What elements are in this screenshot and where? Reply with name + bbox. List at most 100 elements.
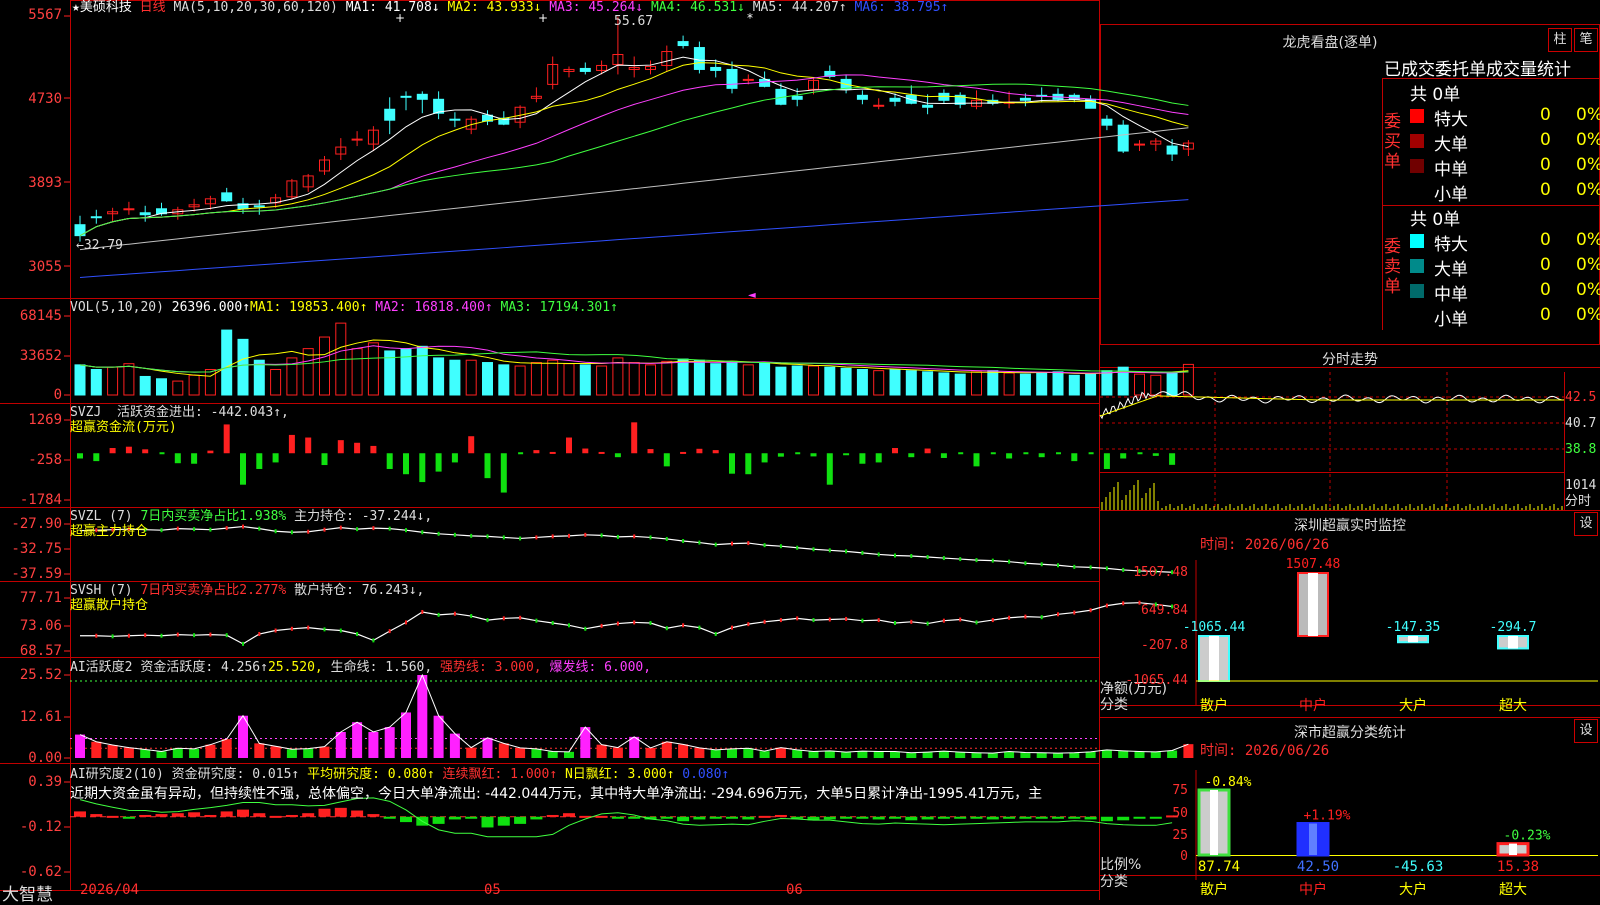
candle-body bbox=[579, 67, 591, 72]
svzj-bar bbox=[566, 437, 572, 454]
ai1-bar bbox=[1004, 751, 1015, 758]
svsh-point bbox=[176, 632, 179, 637]
vol-ma2: MA2: 16818.400↑ bbox=[375, 300, 493, 315]
stats-xlabel: 分类 bbox=[1100, 874, 1128, 890]
svsh-point bbox=[274, 628, 277, 633]
candle-body bbox=[856, 94, 868, 100]
svzl-point bbox=[1057, 563, 1059, 568]
intraday-avg-line bbox=[1099, 395, 1564, 417]
ai2-bar bbox=[367, 814, 380, 817]
svzj-bar bbox=[191, 453, 198, 464]
svsh-hold: 散户持仓: 76.243↓, bbox=[294, 583, 425, 598]
svzl-point bbox=[437, 531, 440, 536]
ai1-bar bbox=[254, 743, 265, 758]
order-count: 0 bbox=[1540, 305, 1551, 325]
svsh-axis-label: 68.57 bbox=[19, 643, 62, 659]
ai2-bar bbox=[742, 816, 755, 820]
ai2-bar bbox=[302, 813, 315, 817]
svzj-bar bbox=[1006, 453, 1013, 459]
order-type-label: 特大 bbox=[1434, 235, 1468, 255]
candle-body bbox=[710, 66, 722, 71]
order-color-swatch bbox=[1410, 134, 1424, 148]
svzl-point bbox=[584, 532, 587, 537]
svsh-line bbox=[80, 602, 1173, 645]
candle-body bbox=[1134, 143, 1145, 146]
svzl-point bbox=[242, 524, 244, 529]
tick-mode-button[interactable]: 笔 bbox=[1574, 28, 1598, 52]
volume-bar bbox=[482, 362, 493, 396]
svsh-point bbox=[388, 629, 391, 634]
intraday-title: 分时走势 bbox=[1322, 352, 1378, 368]
ai1-bar bbox=[205, 744, 216, 758]
ai1-bar bbox=[596, 744, 607, 758]
monitor-axis-label: -1065.44 bbox=[1125, 673, 1188, 688]
volume-bar bbox=[1019, 373, 1031, 396]
svzl-point bbox=[421, 530, 424, 535]
price-axis-label: 3055 bbox=[28, 259, 62, 275]
ai1-bar bbox=[303, 748, 314, 758]
brand-label[interactable]: 大智慧 bbox=[2, 880, 53, 905]
ai2-c: 连续飘红: 1.000↑ bbox=[442, 767, 558, 782]
svsh-point bbox=[959, 617, 962, 622]
order-percent: 0% bbox=[1576, 305, 1600, 325]
ai1-bar bbox=[466, 747, 477, 758]
svzj-bar bbox=[810, 453, 817, 457]
volume-bar bbox=[1068, 374, 1080, 396]
bar-mode-button[interactable]: 柱 bbox=[1548, 28, 1572, 52]
monitor-settings-button[interactable]: 设 bbox=[1574, 512, 1598, 536]
monitor-bar-highlight bbox=[1408, 636, 1418, 643]
svsh-point bbox=[307, 625, 310, 630]
volume-bar bbox=[579, 364, 591, 396]
candle-body bbox=[1101, 118, 1113, 126]
order-color-swatch bbox=[1410, 259, 1424, 273]
candle-body bbox=[416, 93, 428, 100]
svsh-point bbox=[1073, 610, 1076, 615]
stats-value-label: 42.50 bbox=[1297, 859, 1339, 875]
volume-bar bbox=[889, 368, 901, 396]
ai1-bar bbox=[482, 737, 493, 758]
svsh-point bbox=[1024, 614, 1027, 619]
svzj-bar bbox=[647, 449, 654, 454]
svzj-bar bbox=[354, 442, 361, 454]
svsh-point bbox=[290, 626, 293, 631]
svzj-bar bbox=[337, 440, 344, 454]
monitor-value-label: -1065.44 bbox=[1183, 620, 1246, 635]
svzj-bar bbox=[859, 453, 866, 464]
order-color-swatch bbox=[1410, 234, 1424, 248]
svzl-point bbox=[926, 555, 929, 560]
ai2-bar bbox=[106, 815, 119, 818]
ai1-bar bbox=[352, 722, 363, 758]
ai2-bar bbox=[351, 810, 364, 817]
high-price-label: 55.67 bbox=[614, 14, 654, 29]
svzl-point bbox=[160, 528, 163, 533]
low-price-label: ←32.79 bbox=[76, 238, 123, 253]
candle-body bbox=[889, 97, 901, 102]
period-label[interactable]: 日线 bbox=[140, 0, 166, 15]
chart-canvas[interactable]: -1065.44 散户 1507.48 中户 -147.35 大户 -294.7 超大 -0.8… bbox=[0, 0, 1600, 900]
ma4-value: MA4: 46.531↓ bbox=[650, 0, 745, 15]
ai1-c: 生命线: 1.560, bbox=[330, 660, 433, 675]
order-type-label: 中单 bbox=[1434, 285, 1468, 305]
stats-settings-button[interactable]: 设 bbox=[1574, 719, 1598, 743]
ai2-bar bbox=[774, 814, 787, 817]
monitor-time: 时间: 2026/06/26 bbox=[1200, 537, 1330, 553]
ai2-bar bbox=[954, 816, 967, 819]
svzl-point bbox=[225, 526, 228, 531]
svsh-point bbox=[1040, 615, 1043, 620]
ai2-bar bbox=[155, 814, 168, 817]
svzj-bar bbox=[582, 448, 589, 454]
ai2-bar bbox=[709, 816, 722, 819]
svzj-bar bbox=[207, 450, 214, 454]
svzl-point bbox=[714, 542, 717, 547]
ai1-bar bbox=[759, 751, 770, 758]
svzl-point bbox=[388, 526, 391, 531]
ai2-bar bbox=[677, 816, 690, 822]
ai2-bar bbox=[889, 816, 901, 819]
stock-name[interactable]: 美硕科技 bbox=[80, 0, 132, 15]
svsh-point bbox=[568, 623, 570, 628]
volume-bar bbox=[987, 370, 999, 396]
svsh-point bbox=[193, 633, 196, 638]
svzj-bar bbox=[1088, 452, 1094, 455]
volume-bar bbox=[759, 362, 771, 396]
volume-bar bbox=[1134, 373, 1145, 396]
